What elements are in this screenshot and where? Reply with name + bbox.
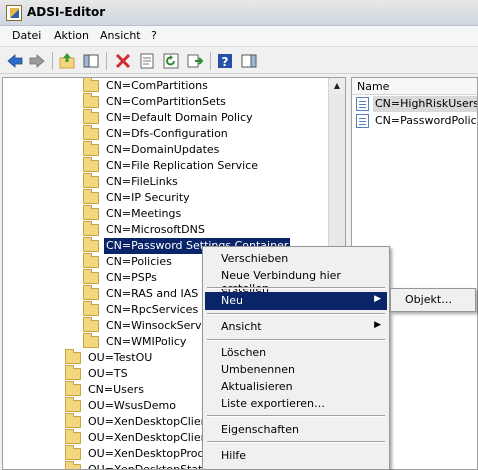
folder-icon (83, 109, 99, 124)
menu-item-eigenschaften[interactable]: Eigenschaften (205, 421, 387, 439)
folder-icon (83, 141, 99, 156)
folder-icon (83, 317, 99, 332)
menu-item-liste-exportieren[interactable]: Liste exportieren… (205, 395, 387, 413)
show-hide-tree-icon[interactable] (82, 52, 100, 70)
tree-item-label: CN=PSPs (106, 271, 157, 284)
tree-item-label: CN=ComPartitionSets (106, 95, 226, 108)
menu-item-objekt[interactable]: Objekt… (405, 293, 452, 306)
context-menu: Verschieben Neue Verbindung hier erstell… (202, 246, 390, 470)
folder-icon (83, 93, 99, 108)
menu-item-neue-verbindung[interactable]: Neue Verbindung hier erstellen (205, 267, 387, 295)
folder-icon (65, 381, 81, 396)
folder-icon (83, 205, 99, 220)
tree-item-label: OU=TestOU (88, 351, 153, 364)
tree-item-label: CN=Policies (106, 255, 172, 268)
menu-ansicht[interactable]: Ansicht (100, 29, 141, 42)
folder-icon (65, 429, 81, 444)
toolbar-separator (52, 52, 53, 70)
folder-icon (65, 349, 81, 364)
title-bar: ADSI-Editor (0, 0, 478, 26)
menu-separator (207, 415, 385, 417)
folder-icon (65, 365, 81, 380)
tree-item-label: CN=RpcServices (106, 303, 199, 316)
menu-item-neu[interactable]: Neu ▶ (205, 292, 387, 310)
menu-aktion[interactable]: Aktion (54, 29, 89, 42)
up-folder-icon[interactable] (58, 52, 76, 70)
help-icon[interactable]: ? (216, 52, 234, 70)
folder-icon (83, 125, 99, 140)
action-pane-icon[interactable] (240, 52, 258, 70)
menu-separator (207, 339, 385, 341)
menu-bar: Datei Aktion Ansicht ? (0, 26, 478, 46)
tree-item-label: CN=Meetings (106, 207, 182, 220)
tree-item-label: CN=IP Security (106, 191, 190, 204)
window-title: ADSI-Editor (27, 5, 106, 19)
folder-icon (83, 173, 99, 188)
menu-datei[interactable]: Datei (12, 29, 41, 42)
tree-item-label: CN=RAS and IAS Se (106, 287, 216, 300)
tree-item-label: CN=Default Domain Policy (106, 111, 253, 124)
tree-item-label: CN=MicrosoftDNS (106, 223, 205, 236)
object-icon (356, 114, 369, 128)
folder-icon (83, 157, 99, 172)
delete-icon[interactable] (114, 52, 132, 70)
menu-item-umbenennen[interactable]: Umbenennen (205, 361, 387, 379)
toolbar: ? (0, 46, 478, 74)
column-header-name[interactable]: Name (352, 78, 477, 95)
folder-icon (83, 189, 99, 204)
refresh-icon[interactable] (162, 52, 180, 70)
menu-item-hilfe[interactable]: Hilfe (205, 447, 387, 465)
folder-icon (65, 397, 81, 412)
submenu-arrow-icon: ▶ (374, 320, 381, 330)
back-arrow-icon[interactable] (6, 52, 24, 70)
tree-item-label: CN=Dfs-Configuration (106, 127, 228, 140)
tree-item-label: OU=XenDesktopClients (88, 415, 218, 428)
tree-item-label: CN=DomainUpdates (106, 143, 220, 156)
export-list-icon[interactable] (186, 52, 204, 70)
tree-item-label: OU=WsusDemo (88, 399, 176, 412)
tree-item-label: OU=TS (88, 367, 128, 380)
svg-text:?: ? (222, 55, 229, 69)
menu-help[interactable]: ? (151, 29, 157, 42)
tree-item-label: CN=FileLinks (106, 175, 178, 188)
folder-icon (65, 413, 81, 428)
adsi-editor-icon (6, 5, 22, 21)
scroll-up-arrow-icon[interactable]: ▲ (329, 78, 345, 94)
submenu-arrow-icon: ▶ (374, 294, 381, 304)
menu-separator (207, 287, 385, 289)
folder-icon (83, 301, 99, 316)
menu-separator (207, 313, 385, 315)
folder-icon (83, 285, 99, 300)
tree-item-label: CN=WMIPolicy (106, 335, 187, 348)
folder-icon (83, 333, 99, 348)
menu-item-aktualisieren[interactable]: Aktualisieren (205, 378, 387, 396)
forward-arrow-icon[interactable] (28, 52, 46, 70)
tree-item-label: CN=Users (88, 383, 144, 396)
toolbar-separator (210, 52, 211, 70)
toolbar-separator (106, 52, 107, 70)
tree-item-label: CN=File Replication Service (106, 159, 259, 172)
folder-icon (83, 221, 99, 236)
folder-icon (65, 461, 81, 469)
menu-item-ansicht[interactable]: Ansicht ▶ (205, 318, 387, 336)
tree-item-label: OU=XenDesktopStatic (88, 463, 212, 470)
menu-item-verschieben[interactable]: Verschieben (205, 250, 387, 268)
object-icon (356, 97, 369, 111)
folder-icon (83, 253, 99, 268)
folder-icon (83, 269, 99, 284)
folder-icon (83, 78, 99, 92)
submenu-neu: Objekt… (390, 288, 476, 312)
menu-item-loeschen[interactable]: Löschen (205, 344, 387, 362)
menu-separator (207, 441, 385, 443)
tree-item-label: CN=ComPartitions (106, 79, 208, 92)
folder-icon (65, 445, 81, 460)
folder-icon (83, 237, 99, 252)
tree-item-label: OU=XenDesktopProd (88, 447, 205, 460)
properties-icon[interactable] (138, 52, 156, 70)
